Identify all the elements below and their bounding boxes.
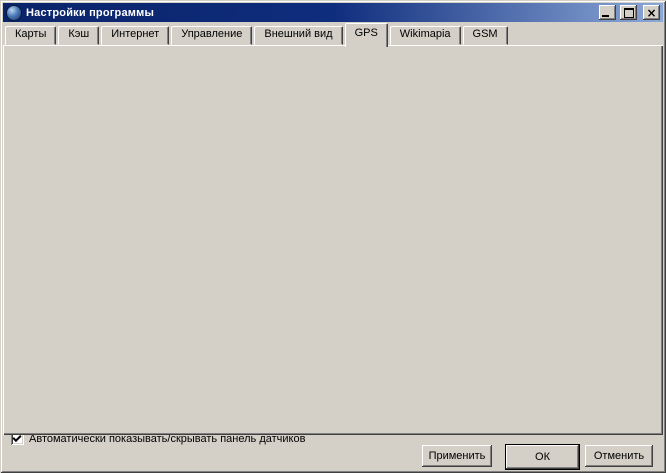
tab-[interactable]: Карты: [5, 26, 56, 45]
tab-[interactable]: Кэш: [58, 26, 99, 45]
gps-tab-page: [3, 45, 663, 435]
settings-dialog: Настройки программы × КартыКэшИнтернетУп…: [0, 0, 666, 473]
window-title: Настройки программы: [26, 7, 595, 19]
cancel-button[interactable]: Отменить: [585, 445, 653, 467]
maximize-icon: [624, 8, 634, 18]
tab-wikimapia[interactable]: Wikimapia: [390, 26, 461, 45]
minimize-icon: [602, 15, 609, 17]
ok-button[interactable]: ОК: [505, 444, 580, 470]
tab-[interactable]: Интернет: [101, 26, 169, 45]
apply-button[interactable]: Применить: [422, 445, 492, 467]
maximize-button[interactable]: [620, 5, 637, 20]
title-bar[interactable]: Настройки программы ×: [3, 3, 663, 22]
minimize-button[interactable]: [599, 5, 616, 20]
close-icon: ×: [646, 8, 656, 18]
app-icon: [6, 5, 22, 21]
tab-[interactable]: Управление: [171, 26, 252, 45]
tab-bar: КартыКэшИнтернетУправлениеВнешний видGPS…: [5, 24, 663, 45]
tab-gsm[interactable]: GSM: [463, 26, 508, 45]
close-button[interactable]: ×: [643, 5, 660, 20]
tab-gps[interactable]: GPS: [345, 23, 388, 47]
tab-[interactable]: Внешний вид: [254, 26, 342, 45]
